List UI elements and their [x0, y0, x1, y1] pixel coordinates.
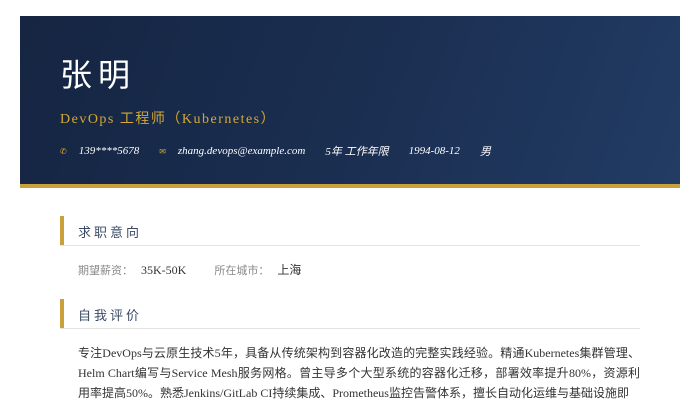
email-address: zhang.devops@example.com: [177, 145, 306, 157]
section-accent-bar: [60, 216, 64, 245]
birth-date: 1994-08-12: [408, 145, 460, 157]
resume-page: 张明 DevOps 工程师（Kubernetes） ✆ 139****5678 …: [20, 16, 680, 400]
contact-experience: 5年 工作年限: [325, 143, 388, 159]
job-intent-row: 期望薪资： 35K-50K 所在城市： 上海: [78, 261, 329, 278]
contact-info-row: ✆ 139****5678 ✉ zhang.devops@example.com…: [60, 143, 511, 159]
section-self-evaluation: 自我评价 专注DevOps与云原生技术5年，具备从传统架构到容器化改造的完整实践…: [60, 299, 640, 400]
salary-value: 35K-50K: [141, 263, 187, 277]
job-title: DevOps 工程师（Kubernetes）: [60, 112, 277, 127]
phone-number: 139****5678: [78, 145, 140, 157]
contact-phone: ✆ 139****5678: [60, 145, 139, 157]
salary-label: 期望薪资：: [78, 264, 133, 277]
city-label: 所在城市：: [214, 264, 270, 277]
phone-icon: ✆: [60, 146, 67, 156]
self-evaluation-text: 专注DevOps与云原生技术5年，具备从传统架构到容器化改造的完整实践经验。精通…: [78, 346, 640, 400]
email-icon: ✉: [159, 146, 166, 156]
contact-gender: 男: [480, 143, 491, 159]
gender: 男: [479, 146, 491, 158]
city-value: 上海: [277, 263, 302, 277]
section-accent-bar: [60, 299, 64, 328]
section-header: 自我评价: [60, 299, 640, 329]
contact-email: ✉ zhang.devops@example.com: [159, 145, 305, 157]
years-of-experience: 5年 工作年限: [325, 146, 389, 158]
candidate-name: 张明: [60, 56, 137, 94]
contact-birthdate: 1994-08-12: [409, 145, 460, 157]
section-job-intent: 求职意向 期望薪资： 35K-50K 所在城市： 上海: [60, 216, 640, 296]
section-title: 求职意向: [78, 226, 143, 241]
section-title: 自我评价: [78, 309, 143, 324]
section-header: 求职意向: [60, 216, 640, 246]
resume-header: 张明 DevOps 工程师（Kubernetes） ✆ 139****5678 …: [20, 16, 680, 188]
